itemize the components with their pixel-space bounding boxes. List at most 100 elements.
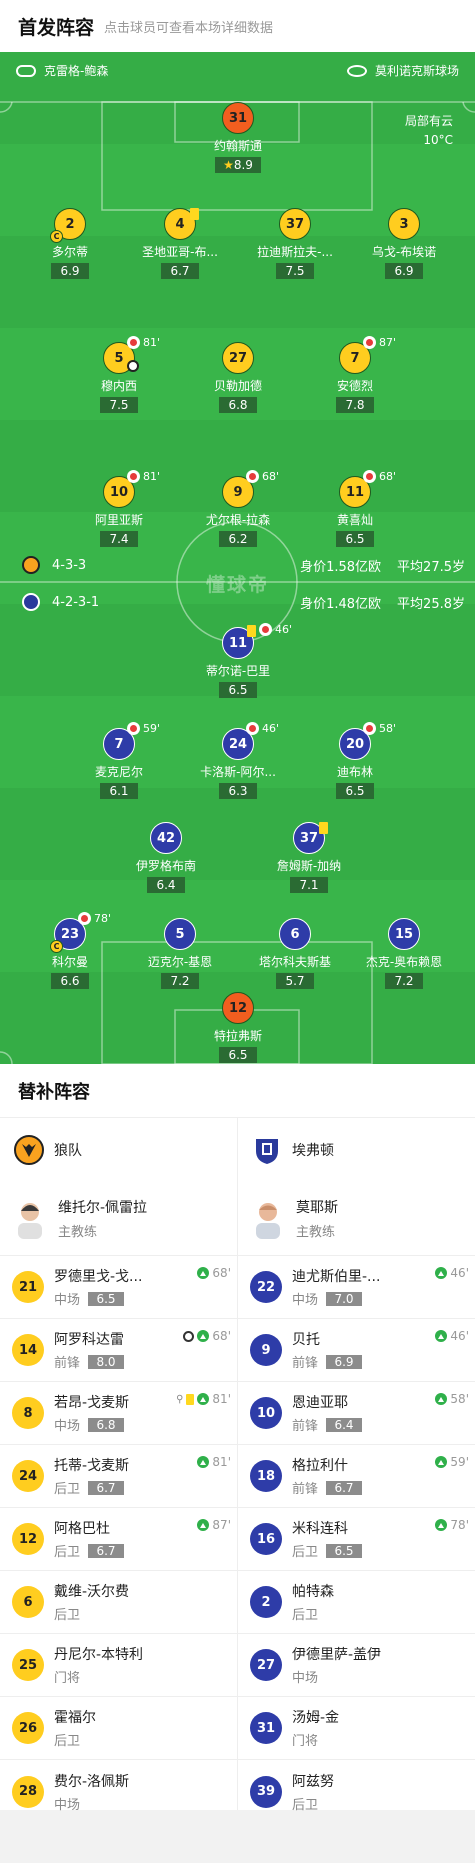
sub-out-icon (246, 470, 259, 483)
everton-crest-icon (22, 593, 40, 611)
sub-out-icon (127, 336, 140, 349)
sub-out-icon (127, 470, 140, 483)
sub-out-badge: 81' (127, 336, 160, 349)
player-home[interactable]: 3 乌戈-布埃诺 6.9 (354, 208, 454, 279)
player-home[interactable]: 2 多尔蒂 6.9 (20, 208, 120, 279)
sub-out-icon (363, 336, 376, 349)
whistle-icon (16, 64, 36, 77)
player-home[interactable]: 4 圣地亚哥-布... 6.7 (130, 208, 230, 279)
sub-in-icon (197, 1393, 210, 1405)
coach-row[interactable]: 维托尔-佩雷拉 主教练 (0, 1182, 237, 1256)
assist-icon: ⚲ (176, 1393, 184, 1405)
sub-in-icon (435, 1330, 448, 1342)
sub-player-row[interactable]: 27 伊德里萨-盖伊 中场 (238, 1634, 475, 1697)
player-home-gk[interactable]: 31 约翰斯通 ★8.9 (188, 102, 288, 173)
sub-out-badge: 46' (246, 722, 279, 735)
sub-out-badge: 81' (127, 470, 160, 483)
sub-player-row[interactable]: 18 格拉利什 前锋 6.7 59' (238, 1445, 475, 1508)
stadium-icon (346, 64, 367, 77)
star-icon: ★ (223, 158, 234, 172)
player-away[interactable]: 15 杰克-奥布赖恩 7.2 (354, 918, 454, 989)
player-away[interactable]: 23 科尔曼 6.6 (20, 918, 120, 989)
coach-row[interactable]: 莫耶斯 主教练 (238, 1182, 475, 1256)
sub-player-row[interactable]: 26 霍福尔 后卫 (0, 1697, 237, 1760)
sub-player-row[interactable]: 8 若昂-戈麦斯 中场 6.8 ⚲ 81' (0, 1382, 237, 1445)
goal-ball-icon (183, 1330, 195, 1342)
sub-in-icon (197, 1330, 210, 1342)
sub-out-icon (78, 912, 91, 925)
player-away[interactable]: 6 塔尔科夫斯基 5.7 (245, 918, 345, 989)
home-subs: 狼队 维托尔-佩雷拉 主教练 21 罗德里戈-戈... 中场 6.5 68' 14 … (0, 1118, 237, 1823)
sub-in-icon (435, 1519, 448, 1531)
away-subs: 埃弗顿 莫耶斯 主教练 22 迪尤斯伯里-... 中场 7.0 46' 9 贝托 前锋… (238, 1118, 475, 1823)
player-away[interactable]: 20 迪布林 6.5 (305, 728, 405, 799)
sub-player-row[interactable]: 6 戴维-沃尔费 后卫 (0, 1571, 237, 1634)
sub-player-row[interactable]: 25 丹尼尔-本特利 门将 (0, 1634, 237, 1697)
sub-out-icon (363, 470, 376, 483)
player-home[interactable]: 37 拉迪斯拉夫-... 7.5 (245, 208, 345, 279)
sub-out-badge: 78' (78, 912, 111, 925)
player-home[interactable]: 5 穆内西 7.5 (69, 342, 169, 413)
sub-player-row[interactable]: 21 罗德里戈-戈... 中场 6.5 68' (0, 1256, 237, 1319)
away-team-summary: 4-2-3-1 身价1.48亿欧 平均25.8岁 (22, 591, 465, 613)
sub-player-row[interactable]: 31 汤姆-金 门将 (238, 1697, 475, 1760)
sub-player-row[interactable]: 9 贝托 前锋 6.9 46' (238, 1319, 475, 1382)
sub-out-icon (363, 722, 376, 735)
player-away[interactable]: 7 麦克尼尔 6.1 (69, 728, 169, 799)
sub-out-badge: 87' (363, 336, 396, 349)
coach-avatar (14, 1199, 46, 1239)
wolves-crest-icon (14, 1135, 44, 1165)
home-coach: 克雷格-鲍森 (16, 62, 108, 79)
player-home[interactable]: 7 安德烈 7.8 (305, 342, 405, 413)
sub-player-row[interactable]: 2 帕特森 后卫 (238, 1571, 475, 1634)
sub-out-badge: 68' (363, 470, 396, 483)
sub-player-row[interactable]: 12 阿格巴杜 后卫 6.7 87' (0, 1508, 237, 1571)
coach-avatar (252, 1199, 284, 1239)
sub-out-badge: 59' (127, 722, 160, 735)
sub-player-row[interactable]: 24 托蒂-戈麦斯 后卫 6.7 81' (0, 1445, 237, 1508)
sub-player-row[interactable]: 39 阿兹努 后卫 (238, 1760, 475, 1823)
sub-in-icon (435, 1456, 448, 1468)
sub-player-row[interactable]: 10 恩迪亚耶 前锋 6.4 58' (238, 1382, 475, 1445)
sub-out-badge: 46' (259, 623, 292, 636)
player-away-gk[interactable]: 12 特拉弗斯 6.5 (188, 992, 288, 1063)
home-team-header[interactable]: 狼队 (0, 1118, 237, 1182)
player-away[interactable]: 5 迈克尔-基恩 7.2 (130, 918, 230, 989)
player-away[interactable]: 11 蒂尔诺-巴里 6.5 (188, 627, 288, 698)
player-home[interactable]: 27 贝勒加德 6.8 (188, 342, 288, 413)
player-away[interactable]: 37 詹姆斯-加纳 7.1 (259, 822, 359, 893)
sub-player-row[interactable]: 28 费尔-洛佩斯 中场 (0, 1760, 237, 1823)
wolves-crest-icon (22, 556, 40, 574)
player-away[interactable]: 24 卡洛斯-阿尔... 6.3 (188, 728, 288, 799)
yellow-card-icon (186, 1393, 195, 1405)
sub-in-icon (435, 1393, 448, 1405)
sub-in-icon (435, 1267, 448, 1279)
sub-in-icon (197, 1519, 210, 1531)
player-home[interactable]: 9 尤尔根-拉森 6.2 (188, 476, 288, 547)
pitch: 克雷格-鲍森 莫利诺克斯球场 局部有云 10°C 懂球帝 4-3-3 身价1.5… (0, 52, 475, 1064)
sub-player-row[interactable]: 16 米科连科 后卫 6.5 78' (238, 1508, 475, 1571)
sub-out-badge: 68' (246, 470, 279, 483)
page-subtitle: 点击球员可查看本场详细数据 (104, 20, 274, 36)
player-home[interactable]: 11 黄喜灿 6.5 (305, 476, 405, 547)
yellow-card-icon (190, 208, 199, 220)
sub-player-row[interactable]: 14 阿罗科达雷 前锋 8.0 68' (0, 1319, 237, 1382)
everton-crest-icon (252, 1135, 282, 1165)
sub-player-row[interactable]: 22 迪尤斯伯里-... 中场 7.0 46' (238, 1256, 475, 1319)
substitutes-section: 替补阵容 狼队 维托尔-佩雷拉 主教练 21 罗德里戈-戈... 中场 6.5 68… (0, 1064, 475, 1813)
away-team-header[interactable]: 埃弗顿 (238, 1118, 475, 1182)
lineup-header: 首发阵容 点击球员可查看本场详细数据 (0, 0, 475, 52)
stadium: 莫利诺克斯球场 (346, 62, 459, 79)
captain-icon: C (50, 230, 63, 243)
sub-out-icon (127, 722, 140, 735)
player-home[interactable]: 10 阿里亚斯 7.4 (69, 476, 169, 547)
captain-icon: C (50, 940, 63, 953)
player-away[interactable]: 42 伊罗格布南 6.4 (116, 822, 216, 893)
yellow-card-icon (247, 625, 256, 637)
sub-out-badge: 58' (363, 722, 396, 735)
sub-in-icon (197, 1456, 210, 1468)
sub-out-icon (259, 623, 272, 636)
substitutes-title: 替补阵容 (0, 1064, 475, 1118)
goal-ball-icon (127, 360, 139, 372)
sub-out-icon (246, 722, 259, 735)
